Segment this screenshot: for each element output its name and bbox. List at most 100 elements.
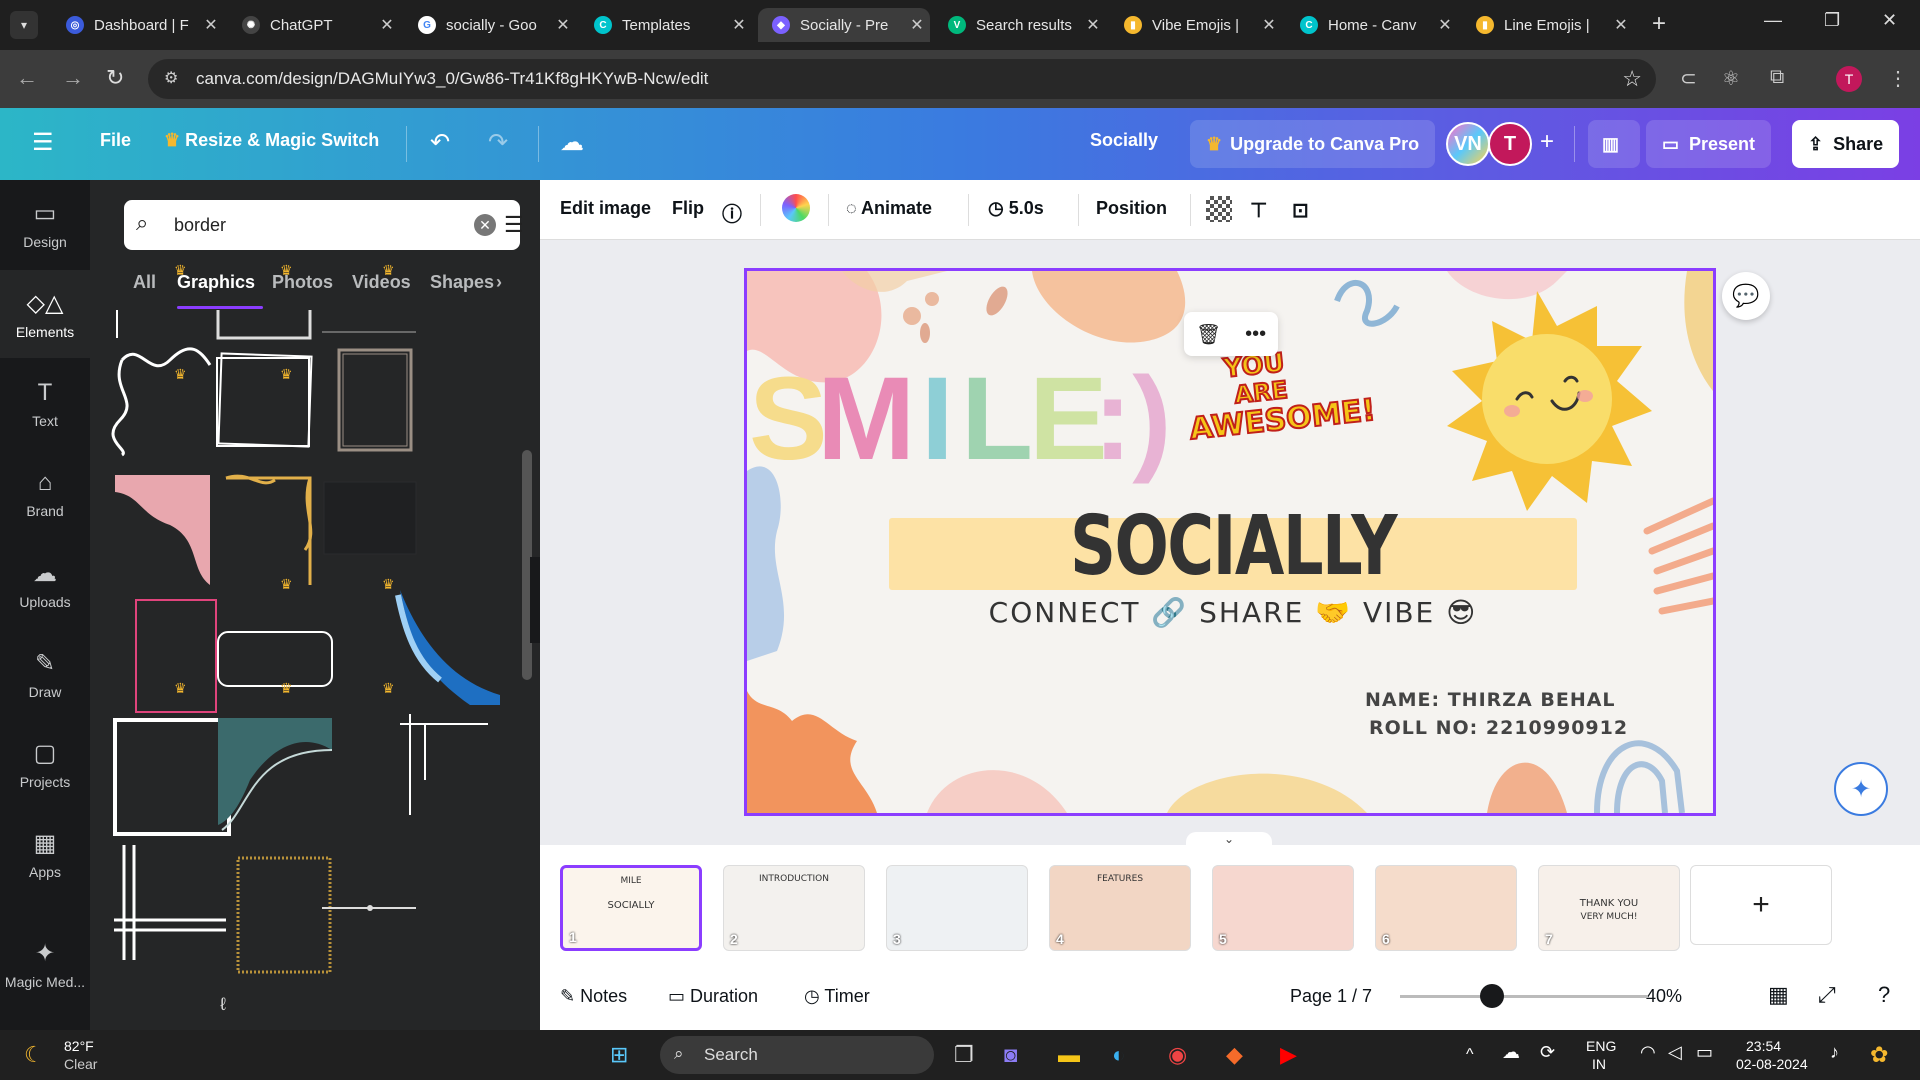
sync-icon[interactable]: ⟳ <box>1540 1042 1555 1063</box>
file-explorer-icon[interactable]: ▬ <box>1058 1042 1080 1068</box>
browser-tab[interactable]: ✺ ChatGPT ✕ <box>228 8 400 42</box>
tab-close-icon[interactable]: ✕ <box>1608 15 1634 35</box>
brave-icon[interactable]: ◆ <box>1226 1042 1243 1068</box>
color-picker-icon[interactable] <box>782 194 810 222</box>
task-view-icon[interactable]: ❐ <box>954 1042 974 1068</box>
react-extension-icon[interactable]: ⚛ <box>1722 66 1740 91</box>
taskbar-search[interactable]: ⌕ Search <box>660 1036 934 1074</box>
design-tagline[interactable]: CONNECT 🔗 SHARE 🤝 VIBE 😎 <box>889 596 1577 629</box>
volume-icon[interactable]: ◁ <box>1668 1042 1682 1063</box>
edge-icon[interactable]: ◐ <box>1112 1042 1125 1068</box>
page-thumbnail[interactable]: 5 <box>1212 865 1354 951</box>
wifi-icon[interactable]: ◠ <box>1640 1042 1656 1063</box>
page-thumbnail[interactable]: 6 <box>1375 865 1517 951</box>
browser-tab[interactable]: ◎ Dashboard | F ✕ <box>52 8 224 42</box>
magic-assistant-icon[interactable]: ✦ <box>1834 762 1888 816</box>
document-title[interactable]: Socially <box>1090 130 1158 151</box>
you-are-awesome-sticker[interactable]: YOU ARE AWESOME! <box>1182 340 1378 458</box>
browser-menu-icon[interactable]: ⋮ <box>1888 66 1908 91</box>
redo-icon[interactable]: ↷ <box>488 128 508 157</box>
file-menu[interactable]: File <box>100 130 131 151</box>
add-collaborator-icon[interactable]: + <box>1540 128 1554 156</box>
edit-image-button[interactable]: Edit image <box>560 198 651 219</box>
upgrade-pro-button[interactable]: ♛ Upgrade to Canva Pro <box>1190 120 1436 168</box>
more-options-icon[interactable]: ••• <box>1245 323 1266 346</box>
user-avatar[interactable]: T <box>1488 122 1532 166</box>
browser-tab[interactable]: C Templates ✕ <box>580 8 752 42</box>
rail-item-design[interactable]: ▭ Design <box>0 180 90 268</box>
page-thumbnail[interactable]: THANK YOU VERY MUCH! 7 <box>1538 865 1680 951</box>
search-input[interactable]: border <box>174 215 226 236</box>
filter-icon[interactable]: ☰ <box>504 212 524 238</box>
language-region[interactable]: IN <box>1592 1056 1606 1072</box>
clock-date[interactable]: 02-08-2024 <box>1736 1056 1808 1072</box>
page-indicator[interactable]: Page 1 / 7 <box>1290 986 1372 1007</box>
extensions-puzzle-icon[interactable]: ⧉ <box>1770 66 1784 89</box>
collaborator-avatar[interactable]: VN <box>1446 122 1490 166</box>
close-window-icon[interactable]: ✕ <box>1882 10 1897 31</box>
design-title[interactable]: SOCIALLY <box>965 499 1502 594</box>
add-page-button[interactable]: + <box>1690 865 1832 945</box>
weather-moon-icon[interactable]: ☾ <box>24 1042 44 1068</box>
clear-search-icon[interactable]: ✕ <box>474 214 496 236</box>
zoom-slider-handle[interactable] <box>1480 984 1504 1008</box>
zoom-slider[interactable] <box>1400 995 1648 998</box>
tab-close-icon[interactable]: ✕ <box>1080 15 1106 35</box>
rail-item-magic-med[interactable]: ✦ Magic Med... <box>0 920 90 1008</box>
rail-item-elements[interactable]: ◇△ Elements <box>0 270 90 358</box>
hamburger-icon[interactable]: ☰ <box>32 128 54 157</box>
help-icon[interactable]: ? <box>1878 982 1890 1008</box>
tab-close-icon[interactable]: ✕ <box>1256 15 1282 35</box>
battery-icon[interactable]: ▭ <box>1696 1042 1713 1063</box>
back-icon[interactable]: ← <box>16 65 38 91</box>
weather-condition[interactable]: Clear <box>64 1056 97 1072</box>
rail-item-brand[interactable]: ⌂ Brand <box>0 450 90 538</box>
page-thumbnail[interactable]: 3 <box>886 865 1028 951</box>
grid-view-icon[interactable]: ▦ <box>1768 982 1789 1008</box>
resize-magic-switch-button[interactable]: ♛ Resize & Magic Switch <box>164 130 379 151</box>
timer-button[interactable]: ◷ Timer <box>804 986 870 1007</box>
rail-item-apps[interactable]: ▦ Apps <box>0 810 90 898</box>
paint-roller-icon[interactable]: ⊤ <box>1250 198 1267 223</box>
rail-item-draw[interactable]: ✎ Draw <box>0 630 90 718</box>
tab-close-icon[interactable]: ✕ <box>374 15 400 35</box>
address-bar[interactable]: ⚙ canva.com/design/DAGMuIYw3_0/Gw86-Tr41… <box>148 59 1656 99</box>
info-icon[interactable]: ⓘ <box>722 198 742 227</box>
tab-shapes[interactable]: Shapes <box>430 272 494 293</box>
elements-search-box[interactable]: ⌕ border ✕ ☰ <box>124 200 524 250</box>
page-thumbnail[interactable]: SOCIALLY MILE 1 <box>560 865 702 951</box>
share-button[interactable]: ⇪ Share <box>1792 120 1900 168</box>
rail-item-uploads[interactable]: ☁ Uploads <box>0 540 90 628</box>
graphics-results-grid[interactable]: ℓ <box>100 310 520 1030</box>
profile-avatar[interactable]: T <box>1836 66 1862 92</box>
clock-time[interactable]: 23:54 <box>1746 1038 1781 1054</box>
lock-icon[interactable]: ⊡ <box>1292 198 1309 223</box>
reload-icon[interactable]: ↻ <box>106 65 124 91</box>
copilot-icon[interactable]: ✿ <box>1870 1042 1888 1068</box>
tab-close-icon[interactable]: ✕ <box>198 15 224 35</box>
chrome-icon[interactable]: ◉ <box>1168 1042 1187 1068</box>
transparency-icon[interactable] <box>1206 196 1232 222</box>
present-button[interactable]: ▭ Present <box>1646 120 1772 168</box>
smiley-text[interactable]: :) <box>1093 351 1172 487</box>
undo-icon[interactable]: ↶ <box>430 128 450 157</box>
new-tab-button[interactable]: + <box>1652 10 1666 38</box>
notes-button[interactable]: ✎ Notes <box>560 986 627 1007</box>
roll-line[interactable]: ROLL NO: 2210990912 <box>1369 717 1628 739</box>
tab-search-menu-button[interactable]: ▾ <box>10 11 38 39</box>
weather-temp[interactable]: 82°F <box>64 1038 94 1054</box>
extension-icon[interactable]: ⊂ <box>1680 66 1697 91</box>
meet-icon[interactable]: ◙ <box>1004 1042 1017 1068</box>
onedrive-icon[interactable]: ☁ <box>1502 1042 1520 1063</box>
page-thumbnail[interactable]: FEATURES 4 <box>1049 865 1191 951</box>
position-button[interactable]: Position <box>1096 198 1167 219</box>
zoom-level[interactable]: 40% <box>1646 986 1682 1007</box>
browser-tab[interactable]: Gsocially - Goo ✕ <box>404 8 576 42</box>
bookmark-star-icon[interactable]: ☆ <box>1622 66 1642 92</box>
add-comment-icon[interactable]: 💬 <box>1722 272 1770 320</box>
forward-icon[interactable]: → <box>62 65 84 91</box>
flip-button[interactable]: Flip <box>672 198 704 219</box>
site-info-icon[interactable]: ⚙ <box>164 68 178 88</box>
animate-button[interactable]: ◌ Animate <box>846 198 932 219</box>
rail-item-text[interactable]: T Text <box>0 360 90 448</box>
